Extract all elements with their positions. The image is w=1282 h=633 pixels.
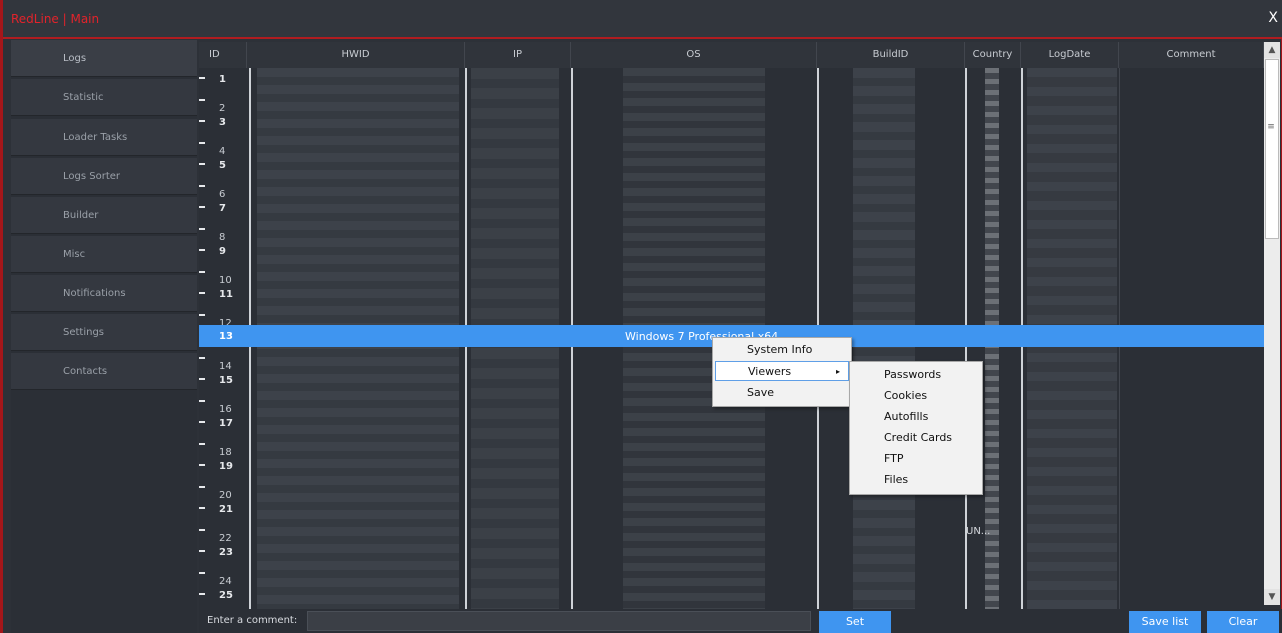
row-id: 1 (219, 74, 226, 85)
column-header-country[interactable]: Country (965, 42, 1021, 68)
row-tick (199, 98, 205, 101)
viewers-submenu: Passwords Cookies Autofills Credit Cards… (849, 361, 983, 495)
clear-button[interactable]: Clear (1207, 611, 1279, 633)
submenu-item-passwords[interactable]: Passwords (852, 365, 980, 385)
row-id: 20 (219, 489, 232, 501)
submenu-arrow-icon: ▸ (835, 367, 840, 376)
menu-item-viewers[interactable]: Viewers ▸ (715, 361, 849, 381)
row-id: 9 (219, 246, 226, 257)
window-title: RedLine | Main (11, 12, 100, 26)
row-tick (199, 206, 205, 208)
column-header-ip[interactable]: IP (465, 42, 571, 68)
country-cell-text: UN... (966, 526, 991, 537)
column-header-os[interactable]: OS (571, 42, 817, 68)
row-tick (199, 270, 205, 273)
row-tick (199, 77, 205, 79)
close-icon[interactable]: X (1268, 10, 1278, 26)
row-id: 19 (219, 461, 233, 472)
sidebar-item-logs[interactable]: Logs (11, 40, 197, 77)
row-tick (199, 485, 205, 488)
row-id: 3 (219, 117, 226, 128)
scroll-thumb[interactable] (1265, 59, 1279, 239)
sidebar-item-statistic[interactable]: Statistic (11, 79, 197, 116)
row-tick (199, 421, 205, 423)
sidebar-item-settings[interactable]: Settings (11, 314, 197, 351)
row-tick (199, 571, 205, 574)
row-tick (199, 378, 205, 380)
column-header-logdate[interactable]: LogDate (1021, 42, 1119, 68)
selected-row-id: 13 (219, 331, 233, 342)
sidebar-item-loader-tasks[interactable]: Loader Tasks (11, 119, 197, 156)
column-header-comment[interactable]: Comment (1119, 42, 1264, 68)
column-header-buildid[interactable]: BuildID (817, 42, 965, 68)
row-id: 21 (219, 504, 233, 515)
row-id: 23 (219, 547, 233, 558)
row-id: 8 (219, 231, 226, 243)
row-tick (199, 528, 205, 531)
footer-bar: Enter a comment: Set Save list Clear (199, 609, 1282, 633)
sidebar-item-builder[interactable]: Builder (11, 197, 197, 234)
vertical-scrollbar[interactable]: ▲ ≡ ▼ (1264, 42, 1280, 605)
row-id: 11 (219, 289, 233, 300)
column-header-hwid[interactable]: HWID (247, 42, 465, 68)
row-tick (199, 356, 205, 359)
row-id: 5 (219, 160, 226, 171)
submenu-item-autofills[interactable]: Autofills (852, 407, 980, 427)
menu-item-viewers-label: Viewers (748, 365, 792, 378)
row-tick (199, 507, 205, 509)
row-tick (199, 399, 205, 402)
row-id: 16 (219, 403, 232, 415)
sidebar-item-logs-sorter[interactable]: Logs Sorter (11, 158, 197, 195)
scroll-grip-icon: ≡ (1267, 122, 1275, 132)
row-tick (199, 163, 205, 165)
menu-item-system-info[interactable]: System Info (715, 340, 849, 360)
row-tick (199, 249, 205, 251)
row-id: 22 (219, 532, 232, 544)
row-tick (199, 227, 205, 230)
logs-table[interactable]: ID HWID IP OS BuildID Country LogDate Co… (199, 42, 1264, 609)
column-header-id[interactable]: ID (199, 42, 247, 68)
row-id: 7 (219, 203, 226, 214)
row-id: 6 (219, 188, 226, 200)
row-tick (199, 464, 205, 466)
set-button[interactable]: Set (819, 611, 891, 633)
row-tick (199, 120, 205, 122)
menu-item-save[interactable]: Save (715, 383, 849, 403)
row-tick (199, 141, 205, 144)
row-id: 25 (219, 590, 233, 601)
submenu-item-files[interactable]: Files (852, 470, 980, 490)
submenu-item-credit-cards[interactable]: Credit Cards (852, 428, 980, 448)
sidebar-item-notifications[interactable]: Notifications (11, 275, 197, 312)
submenu-item-cookies[interactable]: Cookies (852, 386, 980, 406)
row-tick (199, 442, 205, 445)
row-id: 4 (219, 145, 226, 157)
row-id: 2 (219, 102, 226, 114)
row-tick (199, 550, 205, 552)
comment-label: Enter a comment: (207, 615, 298, 626)
row-id: 10 (219, 274, 232, 286)
main-window: RedLine | Main X Logs Statistic Loader T… (0, 0, 1282, 633)
table-header: ID HWID IP OS BuildID Country LogDate Co… (199, 42, 1264, 68)
row-id: 24 (219, 575, 232, 587)
row-id: 18 (219, 446, 232, 458)
sidebar: Logs Statistic Loader Tasks Logs Sorter … (11, 40, 197, 633)
row-tick (199, 593, 205, 595)
row-id: 15 (219, 375, 233, 386)
row-tick (199, 313, 205, 316)
submenu-item-ftp[interactable]: FTP (852, 449, 980, 469)
row-tick (199, 184, 205, 187)
sidebar-item-misc[interactable]: Misc (11, 236, 197, 273)
scroll-up-icon[interactable]: ▲ (1264, 42, 1280, 58)
title-bar[interactable]: RedLine | Main X (3, 0, 1282, 39)
row-tick (199, 292, 205, 294)
save-list-button[interactable]: Save list (1129, 611, 1201, 633)
row-id: 17 (219, 418, 233, 429)
row-id: 14 (219, 360, 232, 372)
row-context-menu: System Info Viewers ▸ Save (712, 337, 852, 407)
scroll-down-icon[interactable]: ▼ (1264, 589, 1280, 605)
comment-input[interactable] (307, 611, 811, 631)
sidebar-item-contacts[interactable]: Contacts (11, 353, 197, 390)
